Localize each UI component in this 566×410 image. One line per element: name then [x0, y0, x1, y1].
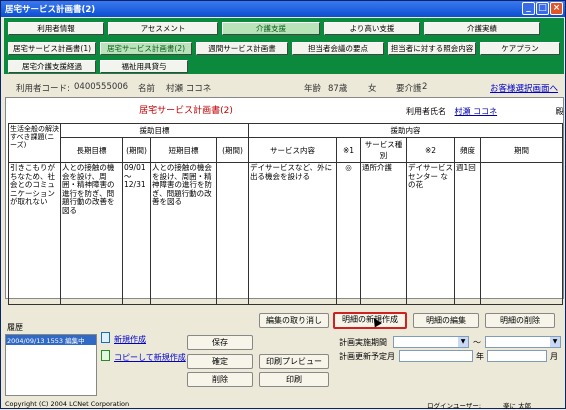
cell-mark-1: ◎	[336, 162, 361, 305]
period-start-select[interactable]: ▼	[393, 336, 469, 348]
document-user-row: 利用者氏名 村瀬 ココネ 殿	[406, 106, 564, 117]
nav-user-info[interactable]: 利用者情報	[8, 22, 104, 35]
nav-inquiry[interactable]: 担当者に対する照会内容	[388, 42, 476, 55]
nav-care-support[interactable]: 介護支援	[222, 22, 320, 35]
header-mark-1: ※1	[336, 137, 361, 163]
update-year-input[interactable]	[399, 350, 473, 362]
history-list[interactable]: 2004/09/13 1553 編集中	[5, 334, 97, 396]
close-button[interactable]: ×	[550, 2, 563, 15]
delete-button[interactable]: 削除	[187, 372, 253, 387]
header-needs: 生活全般の解決すべき課題(ニーズ)	[8, 123, 61, 163]
nav-weekly-plan[interactable]: 週間サービス計画書	[196, 42, 288, 55]
sex-value: 女	[368, 84, 377, 94]
cell-period-2	[216, 162, 249, 305]
user-name-label: 利用者氏名	[406, 107, 446, 116]
new-link[interactable]: 新規作成	[114, 334, 146, 345]
user-name: 村瀬 ココネ	[166, 84, 212, 94]
cell-term	[480, 162, 563, 305]
header-term: 期間	[480, 137, 563, 163]
cell-needs: 引きこもりがちなため、社会とのコミュニケーションが取れない	[8, 162, 61, 305]
plan-period-label: 計画実施期間	[339, 338, 387, 347]
cell-short-goal: 人との接触の機会を設け、周囲・精神障害の進行を防ぎ、問題行動の改善を図る	[150, 162, 217, 305]
document-title: 居宅サービス計画書(2)	[139, 106, 233, 116]
cell-mark-2: デイサービスセンター なの花	[406, 162, 455, 305]
update-month-label: 計画更新予定月	[339, 352, 395, 361]
nav-higher-support[interactable]: より高い支援	[324, 22, 420, 35]
care-level-label: 要介護	[396, 84, 422, 94]
header-mark-2: ※2	[406, 137, 455, 163]
delete-detail-button[interactable]: 明細の削除	[485, 313, 555, 328]
save-button[interactable]: 保存	[187, 335, 253, 350]
new-document-icon	[101, 332, 110, 343]
main-window: 居宅サービス計画書(2) _ □ × 利用者情報 アセスメント 介護支援 より高…	[0, 0, 566, 410]
nav-plan-1[interactable]: 居宅サービス計画書(1)	[8, 42, 96, 55]
history-item[interactable]: 2004/09/13 1553 編集中	[6, 335, 96, 345]
user-info-bar: 利用者コード: 0400555006 名前 村瀬 ココネ 年齢 87歳 女 要介…	[4, 80, 564, 96]
update-month-input[interactable]	[487, 350, 547, 362]
nav-equipment-rental[interactable]: 福祉用具貸与	[100, 60, 188, 73]
maximize-button[interactable]: □	[536, 2, 549, 15]
navigation-panel: 利用者情報 アセスメント 介護支援 より高い支援 介護実績 居宅サービス計画書(…	[4, 18, 564, 74]
name-label: 名前	[138, 84, 156, 94]
header-support: 援助内容	[248, 123, 563, 138]
minimize-button[interactable]: _	[522, 2, 535, 15]
month-label: 月	[550, 352, 558, 361]
copyright-text: Copyright (C) 2004 LCNet Corporation	[5, 400, 130, 408]
confirm-button[interactable]: 確定	[187, 354, 253, 369]
care-level-value: 2	[422, 82, 428, 92]
document-user-name: 村瀬 ココネ	[454, 107, 498, 116]
age-label: 年齢	[304, 84, 322, 94]
user-code-label: 利用者コード:	[16, 84, 70, 94]
title-bar: 居宅サービス計画書(2) _ □ ×	[1, 1, 565, 17]
user-code: 0400555006	[74, 82, 129, 92]
nav-assessment[interactable]: アセスメント	[108, 22, 218, 35]
nav-meeting-points[interactable]: 担当者会議の要点	[292, 42, 384, 55]
status-bar: Copyright (C) 2004 LCNet Corporation ログイ…	[1, 399, 565, 410]
year-label: 年	[476, 352, 484, 361]
nav-support-log[interactable]: 居宅介護支援経過	[8, 60, 96, 73]
period-end-select[interactable]: ▼	[485, 336, 561, 348]
range-separator: ～	[473, 338, 481, 347]
header-service: サービス内容	[248, 137, 337, 163]
window-title: 居宅サービス計画書(2)	[5, 5, 96, 15]
edit-detail-button[interactable]: 明細の編集	[413, 313, 479, 328]
honorific: 殿	[555, 107, 564, 116]
header-short-goal: 短期目標	[150, 137, 217, 163]
nav-care-record[interactable]: 介護実績	[424, 22, 540, 35]
print-button[interactable]: 印刷	[259, 372, 329, 387]
header-period-2: (期間)	[216, 137, 249, 163]
header-period: (期間)	[122, 137, 151, 163]
copy-document-icon	[101, 350, 110, 361]
nav-care-plan[interactable]: ケアプラン	[480, 42, 560, 55]
header-service-type: サービス種別	[360, 137, 407, 163]
cancel-edit-button[interactable]: 編集の取り消し	[259, 313, 329, 328]
plan-table: 生活全般の解決すべき課題(ニーズ) 援助目標 援助内容 長期目標 (期間) 短期…	[8, 123, 563, 305]
cell-long-goal: 人との接触の機会を設け、周囲・精神障害の進行を防ぎ、問題行動の改善を図る	[60, 162, 123, 305]
plan-document: 居宅サービス計画書(2) 利用者氏名 村瀬 ココネ 殿 生活全般の解決すべき課題…	[5, 97, 564, 305]
copy-new-link[interactable]: コピーして新規作成	[114, 352, 186, 363]
nav-plan-2[interactable]: 居宅サービス計画書(2)	[100, 42, 192, 55]
print-preview-button[interactable]: 印刷プレビュー	[259, 354, 329, 369]
header-frequency: 頻度	[454, 137, 481, 163]
customer-select-link[interactable]: お客様選択画面へ	[490, 82, 558, 94]
cell-service: デイサービスなど、外に出る機会を設ける	[248, 162, 337, 305]
table-row[interactable]: 引きこもりがちなため、社会とのコミュニケーションが取れない 人との接触の機会を設…	[8, 162, 563, 305]
history-label: 履歴	[7, 323, 23, 332]
cell-frequency: 週1回	[454, 162, 481, 305]
age-value: 87歳	[328, 84, 348, 94]
header-long-goal: 長期目標	[60, 137, 123, 163]
header-goals: 援助目標	[60, 123, 249, 138]
cell-service-type: 通所介護	[360, 162, 407, 305]
cell-period: 09/01～12/31	[122, 162, 151, 305]
